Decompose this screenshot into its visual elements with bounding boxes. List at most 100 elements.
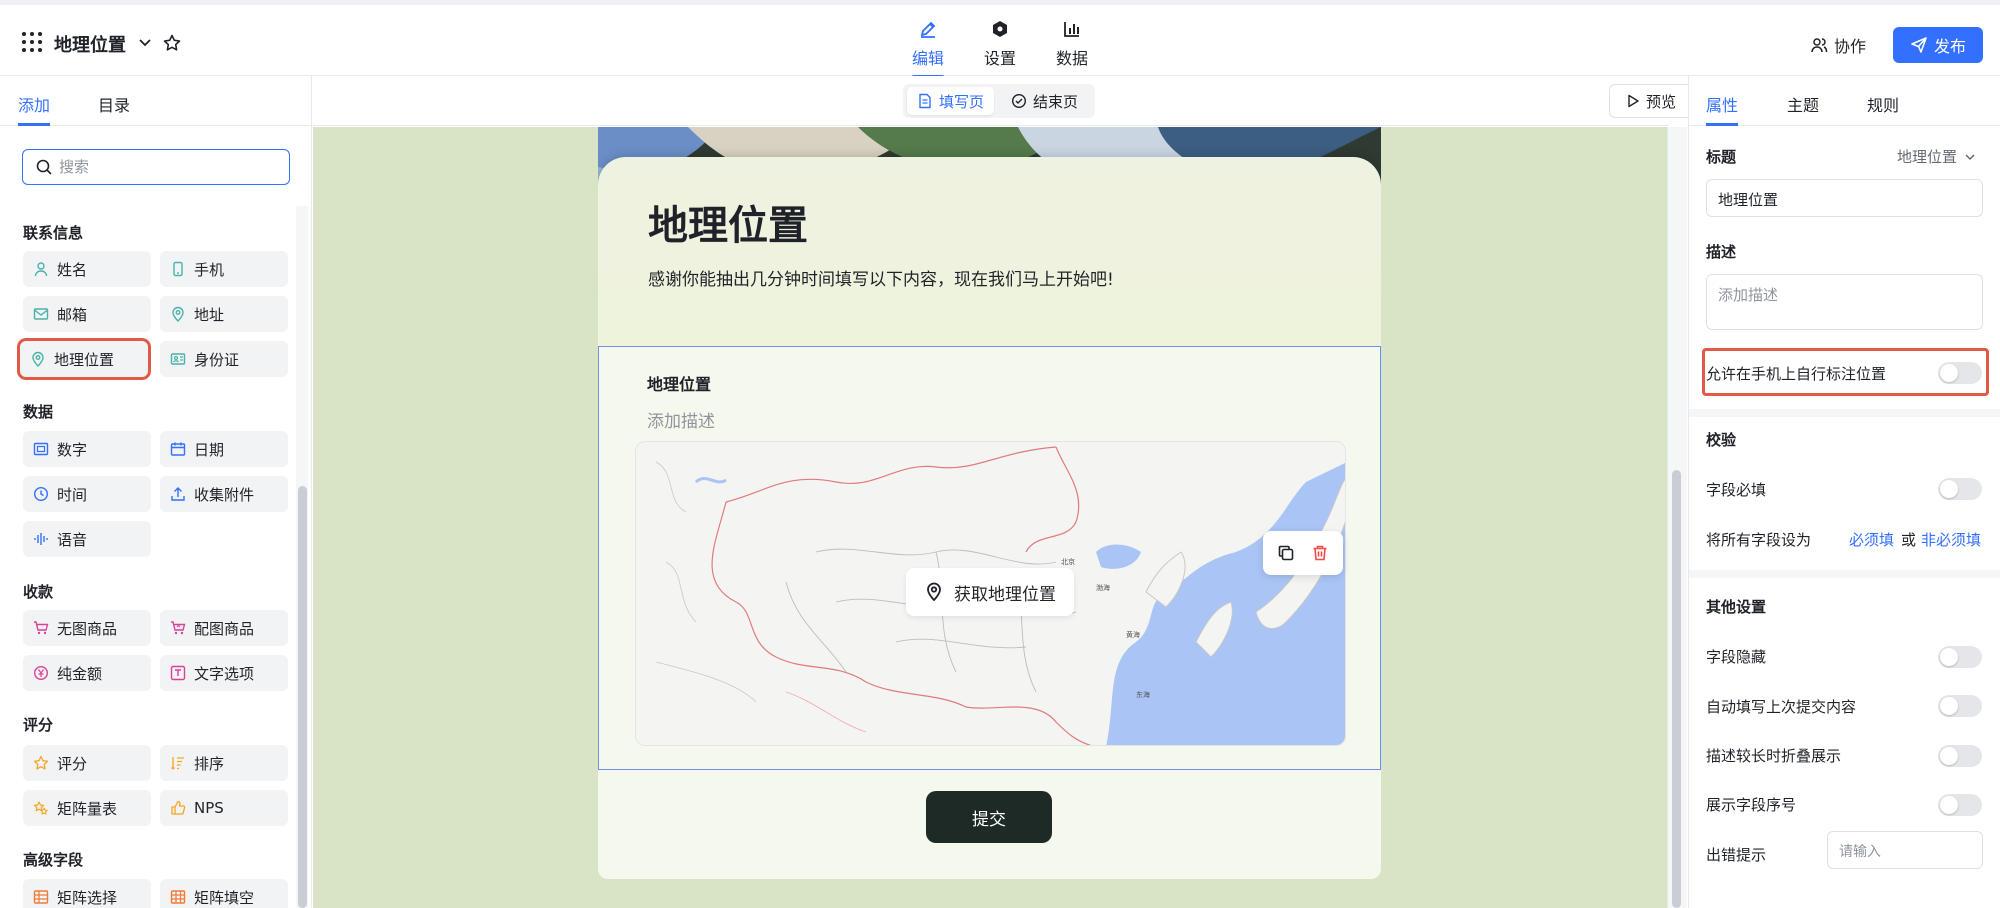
fill-page-tab[interactable]: 填写页 <box>907 87 995 115</box>
left-scrollbar-thumb[interactable] <box>298 486 307 908</box>
field-name-button[interactable]: 姓名 <box>23 251 151 287</box>
pencil-icon <box>920 21 936 38</box>
field-attachment-button[interactable]: 收集附件 <box>160 476 288 512</box>
field-nps-button[interactable]: NPS <box>160 790 288 826</box>
user-icon <box>34 262 48 277</box>
field-date-button[interactable]: 日期 <box>160 431 288 467</box>
map-label-bohai: 渤海 <box>1096 583 1110 592</box>
field-text-option-button[interactable]: 文字选项 <box>160 655 288 691</box>
description-label: 描述 <box>1706 243 1737 261</box>
page-toggle: 填写页 结束页 <box>903 84 1095 118</box>
preview-button[interactable]: 预览 <box>1609 84 1693 118</box>
search-box[interactable] <box>22 149 290 185</box>
canvas-scrollbar-thumb[interactable] <box>1672 470 1681 908</box>
calendar-icon <box>170 442 186 456</box>
field-amount-button[interactable]: 纯金额 <box>23 655 151 691</box>
collapse-toggle[interactable] <box>1938 745 1982 767</box>
field-time-button[interactable]: 时间 <box>23 476 151 512</box>
error-hint-input[interactable]: 请输入 <box>1827 831 1983 869</box>
field-number-button[interactable]: 数字 <box>23 431 151 467</box>
star-outline-icon <box>33 755 49 770</box>
set-optional-link[interactable]: 非必须填 <box>1921 529 1981 550</box>
submit-button[interactable]: 提交 <box>926 791 1052 843</box>
field-product-noimage-button[interactable]: 无图商品 <box>23 610 151 646</box>
location-pin-icon <box>32 351 44 367</box>
search-icon <box>36 159 52 175</box>
field-sort-button[interactable]: 排序 <box>160 745 288 781</box>
chevron-down-icon[interactable] <box>136 33 154 51</box>
trash-icon[interactable] <box>1311 544 1329 562</box>
users-icon <box>1811 38 1828 53</box>
field-id-card-button[interactable]: 身份证 <box>160 341 288 377</box>
show-index-toggle[interactable] <box>1938 794 1982 816</box>
field-matrix-select-button[interactable]: 矩阵选择 <box>23 879 151 908</box>
tab-add[interactable]: 添加 <box>18 92 51 126</box>
form-header: 地理位置 感谢你能抽出几分钟时间填写以下内容，现在我们马上开始吧! <box>598 157 1381 347</box>
tab-edit[interactable]: 编辑 <box>898 19 958 78</box>
field-matrix-scale-button[interactable]: 矩阵量表 <box>23 790 151 826</box>
allow-mark-toggle[interactable] <box>1938 362 1982 384</box>
field-phone-button[interactable]: 手机 <box>160 251 288 287</box>
publish-button[interactable]: 发布 <box>1893 27 1983 63</box>
field-address-button[interactable]: 地址 <box>160 296 288 332</box>
cart-image-icon <box>171 621 186 635</box>
form-heading[interactable]: 地理位置 <box>648 193 808 251</box>
form-card: 地理位置 感谢你能抽出几分钟时间填写以下内容，现在我们马上开始吧! 地理位置 添… <box>598 127 1381 879</box>
search-input[interactable] <box>59 156 279 178</box>
field-geolocation-button[interactable]: 地理位置 <box>20 341 148 377</box>
field-rating-button[interactable]: 评分 <box>23 745 151 781</box>
star-icon[interactable] <box>162 33 182 53</box>
group-title-advanced: 高级字段 <box>23 851 84 869</box>
description-input[interactable]: 添加描述 <box>1706 274 1983 330</box>
question-description[interactable]: 添加描述 <box>647 407 715 432</box>
sound-wave-icon <box>34 533 48 545</box>
autofill-toggle[interactable] <box>1938 695 1982 717</box>
form-title[interactable]: 地理位置 <box>54 31 126 57</box>
map-label-east-sea: 东海 <box>1136 690 1150 699</box>
title-label: 标题 <box>1706 148 1737 166</box>
hidden-toggle[interactable] <box>1938 646 1982 668</box>
location-pin-icon <box>927 582 941 602</box>
collaborate-button[interactable]: 协作 <box>1810 33 1866 57</box>
mail-icon <box>33 308 49 320</box>
app-grid-icon[interactable] <box>22 32 42 52</box>
error-hint-label: 出错提示 <box>1706 846 1767 864</box>
set-required-link[interactable]: 必须填 <box>1849 529 1894 550</box>
field-product-image-button[interactable]: 配图商品 <box>160 610 288 646</box>
id-card-icon <box>170 353 186 365</box>
tab-theme[interactable]: 主题 <box>1787 92 1819 116</box>
tab-settings[interactable]: 设置 <box>970 19 1030 69</box>
right-tabs: 属性 主题 规则 <box>1689 76 2000 126</box>
required-toggle[interactable] <box>1938 478 1982 500</box>
tab-data[interactable]: 数据 <box>1042 19 1102 69</box>
set-all-label: 将所有字段设为 <box>1706 531 1812 549</box>
title-input[interactable]: 地理位置 <box>1706 179 1983 217</box>
canvas-scrollbar[interactable] <box>1667 127 1687 908</box>
field-email-button[interactable]: 邮箱 <box>23 296 151 332</box>
top-bar: 地理位置 编辑 设置 数据 协作 发布 <box>0 0 2000 78</box>
text-box-icon <box>170 665 186 681</box>
tab-outline[interactable]: 目录 <box>98 92 130 116</box>
map-label-beijing: 北京 <box>1061 557 1075 566</box>
cart-icon <box>34 621 49 635</box>
sort-icon <box>171 757 184 770</box>
copy-icon[interactable] <box>1277 544 1295 562</box>
field-voice-button[interactable]: 语音 <box>23 521 151 557</box>
section-divider <box>1689 570 2000 578</box>
send-icon <box>1911 37 1927 53</box>
map-pin-icon <box>172 306 184 322</box>
field-type-select[interactable]: 地理位置 <box>1897 146 1977 167</box>
group-title-data: 数据 <box>23 403 54 421</box>
form-description[interactable]: 感谢你能抽出几分钟时间填写以下内容，现在我们马上开始吧! <box>648 265 1114 290</box>
right-panel: 属性 主题 规则 标题 地理位置 地理位置 描述 添加描述 允许在手机上自行标注… <box>1688 76 2000 908</box>
end-page-tab[interactable]: 结束页 <box>1001 87 1088 115</box>
map-label-yellow-sea: 黄海 <box>1126 630 1140 639</box>
check-circle-icon <box>1011 93 1027 109</box>
get-location-button[interactable]: 获取地理位置 <box>906 568 1074 616</box>
section-divider <box>1689 409 2000 417</box>
tab-rules[interactable]: 规则 <box>1867 92 1899 116</box>
question-title[interactable]: 地理位置 <box>647 371 711 395</box>
tab-properties[interactable]: 属性 <box>1706 92 1739 126</box>
field-matrix-fill-button[interactable]: 矩阵填空 <box>160 879 288 908</box>
question-toolbar <box>1263 531 1343 575</box>
